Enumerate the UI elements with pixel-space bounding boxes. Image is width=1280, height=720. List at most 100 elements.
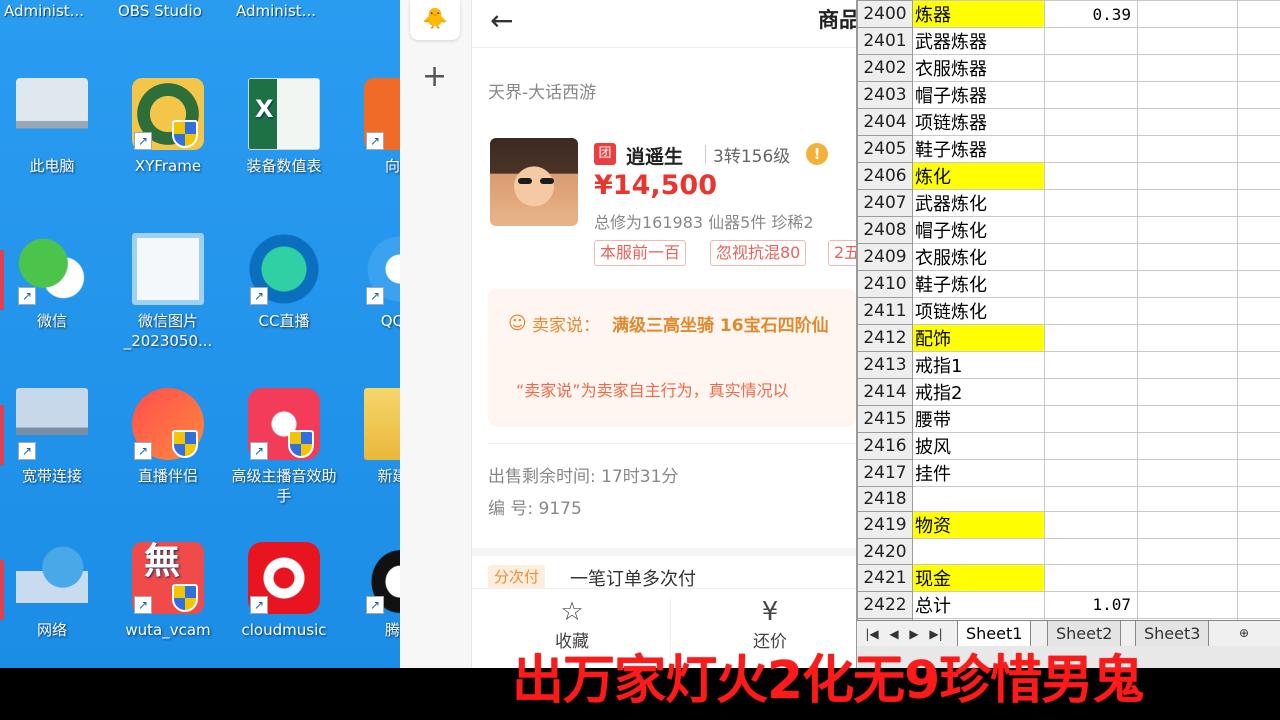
- cell-empty[interactable]: [1237, 54, 1280, 82]
- cell-empty[interactable]: [1137, 189, 1238, 217]
- row-header[interactable]: 2403: [857, 81, 913, 109]
- cell-empty[interactable]: [1137, 324, 1238, 352]
- cell-empty[interactable]: [1237, 216, 1280, 244]
- cell-empty[interactable]: [1137, 378, 1238, 406]
- cell-empty[interactable]: [1137, 54, 1238, 82]
- row-header[interactable]: 2409: [857, 243, 913, 271]
- row-header[interactable]: 2417: [857, 459, 913, 487]
- cell-empty[interactable]: [1237, 378, 1280, 406]
- row-header[interactable]: 2408: [857, 216, 913, 244]
- cell-item[interactable]: 项链炼化: [912, 297, 1045, 325]
- cell-value[interactable]: [1044, 324, 1138, 352]
- cell-value[interactable]: [1044, 511, 1138, 540]
- cell-empty[interactable]: [1137, 108, 1238, 136]
- desktop-icon-network[interactable]: 网络: [0, 542, 108, 640]
- info-icon[interactable]: !: [806, 143, 828, 165]
- cell-item[interactable]: 帽子炼化: [912, 216, 1045, 244]
- cell-empty[interactable]: [1137, 405, 1238, 433]
- cell-empty[interactable]: [1137, 270, 1238, 298]
- cell-value[interactable]: [1044, 108, 1138, 136]
- cell-empty[interactable]: [1137, 0, 1238, 28]
- taskbar-label-obs[interactable]: OBS Studio: [118, 2, 202, 20]
- cell-empty[interactable]: [1137, 432, 1238, 460]
- cell-empty[interactable]: [1237, 590, 1280, 619]
- row-header[interactable]: 2410: [857, 270, 913, 298]
- cell-value[interactable]: [1044, 351, 1138, 379]
- row-header[interactable]: 2404: [857, 108, 913, 136]
- cell-empty[interactable]: [1137, 511, 1238, 540]
- row-header[interactable]: 2414: [857, 378, 913, 406]
- cell-empty[interactable]: [1137, 27, 1238, 55]
- cell-empty[interactable]: [1137, 216, 1238, 244]
- row-header[interactable]: 2400: [857, 0, 913, 28]
- row-header[interactable]: 2413: [857, 351, 913, 379]
- cell-item[interactable]: 物资: [912, 511, 1045, 540]
- desktop-icon-this-pc[interactable]: 此电脑: [0, 78, 108, 176]
- cell-value[interactable]: [1044, 378, 1138, 406]
- cell-item[interactable]: 衣服炼器: [912, 54, 1045, 82]
- cell-empty[interactable]: [1137, 351, 1238, 379]
- cell-empty[interactable]: [1237, 297, 1280, 325]
- desktop-icon-audio-assistant[interactable]: ↗ 高级主播音效助手: [228, 388, 340, 506]
- cell-empty[interactable]: [1237, 351, 1280, 379]
- cell-empty[interactable]: [1237, 485, 1280, 513]
- cell-item[interactable]: 武器炼器: [912, 27, 1045, 55]
- row-header[interactable]: 2411: [857, 297, 913, 325]
- cell-empty[interactable]: [1137, 563, 1238, 592]
- breadcrumb[interactable]: 天界-大话西游: [488, 78, 596, 103]
- row-header[interactable]: 2419: [857, 511, 913, 540]
- back-arrow-icon[interactable]: ←: [490, 4, 513, 37]
- taskbar-label-admin-2[interactable]: Administ...: [236, 2, 316, 20]
- row-header[interactable]: 2412: [857, 324, 913, 352]
- cell-item[interactable]: 鞋子炼器: [912, 135, 1045, 163]
- cell-empty[interactable]: [1137, 81, 1238, 109]
- character-avatar[interactable]: [490, 138, 578, 226]
- cell-item[interactable]: [912, 485, 1045, 513]
- row-header[interactable]: 2407: [857, 189, 913, 217]
- cell-empty[interactable]: [1137, 590, 1238, 619]
- row-header[interactable]: 2406: [857, 162, 913, 190]
- cell-item[interactable]: 帽子炼器: [912, 81, 1045, 109]
- cell-value[interactable]: [1044, 270, 1138, 298]
- sheet-tab-3[interactable]: Sheet3: [1135, 621, 1210, 647]
- desktop-icon-wechat[interactable]: ↗ 微信: [0, 233, 108, 331]
- cell-item[interactable]: 总计: [912, 590, 1045, 619]
- cell-value[interactable]: [1044, 563, 1138, 592]
- cell-item[interactable]: 戒指1: [912, 351, 1045, 379]
- cell-empty[interactable]: [1137, 485, 1238, 513]
- row-header[interactable]: 2422: [857, 590, 913, 619]
- cell-empty[interactable]: [1137, 459, 1238, 487]
- cell-value[interactable]: [1044, 459, 1138, 487]
- row-header[interactable]: 2421: [857, 563, 913, 592]
- cell-item[interactable]: 挂件: [912, 459, 1045, 487]
- cell-item[interactable]: 武器炼化: [912, 189, 1045, 217]
- cell-empty[interactable]: [1237, 108, 1280, 136]
- cell-value[interactable]: [1044, 538, 1138, 565]
- cell-empty[interactable]: [1137, 162, 1238, 190]
- cell-value[interactable]: [1044, 432, 1138, 460]
- cell-value[interactable]: [1044, 189, 1138, 217]
- row-header[interactable]: 2420: [857, 538, 913, 565]
- cell-item[interactable]: 戒指2: [912, 378, 1045, 406]
- cell-empty[interactable]: [1237, 270, 1280, 298]
- cell-item[interactable]: 衣服炼化: [912, 243, 1045, 271]
- cell-value[interactable]: 0.39: [1044, 0, 1138, 28]
- cell-empty[interactable]: [1237, 27, 1280, 55]
- desktop-icon-live-companion[interactable]: ↗ 直播伴侣: [112, 388, 224, 486]
- row-header[interactable]: 2401: [857, 27, 913, 55]
- desktop-icon-new-folder[interactable]: 新建文: [344, 388, 400, 486]
- desktop-icon-qq-browser[interactable]: ↗ QQ浏: [344, 233, 400, 331]
- cell-value[interactable]: [1044, 135, 1138, 163]
- cell-empty[interactable]: [1237, 189, 1280, 217]
- cell-empty[interactable]: [1237, 324, 1280, 352]
- desktop-icon-wechat-image[interactable]: 微信图片_2023050...: [112, 233, 224, 351]
- cell-value[interactable]: [1044, 81, 1138, 109]
- row-header[interactable]: 2418: [857, 485, 913, 513]
- cell-empty[interactable]: [1237, 162, 1280, 190]
- cell-empty[interactable]: [1137, 538, 1238, 565]
- spreadsheet-grid[interactable]: 2400 炼器 0.39 2401 武器炼器 2402 衣服炼器 2403 帽子炼器 2404 项链…: [857, 0, 1280, 668]
- row-header[interactable]: 2402: [857, 54, 913, 82]
- desktop-icon-qq[interactable]: ↗ 腾讯: [344, 542, 400, 640]
- row-header[interactable]: 2416: [857, 432, 913, 460]
- desktop-icon-cc-live[interactable]: ↗ CC直播: [228, 233, 340, 331]
